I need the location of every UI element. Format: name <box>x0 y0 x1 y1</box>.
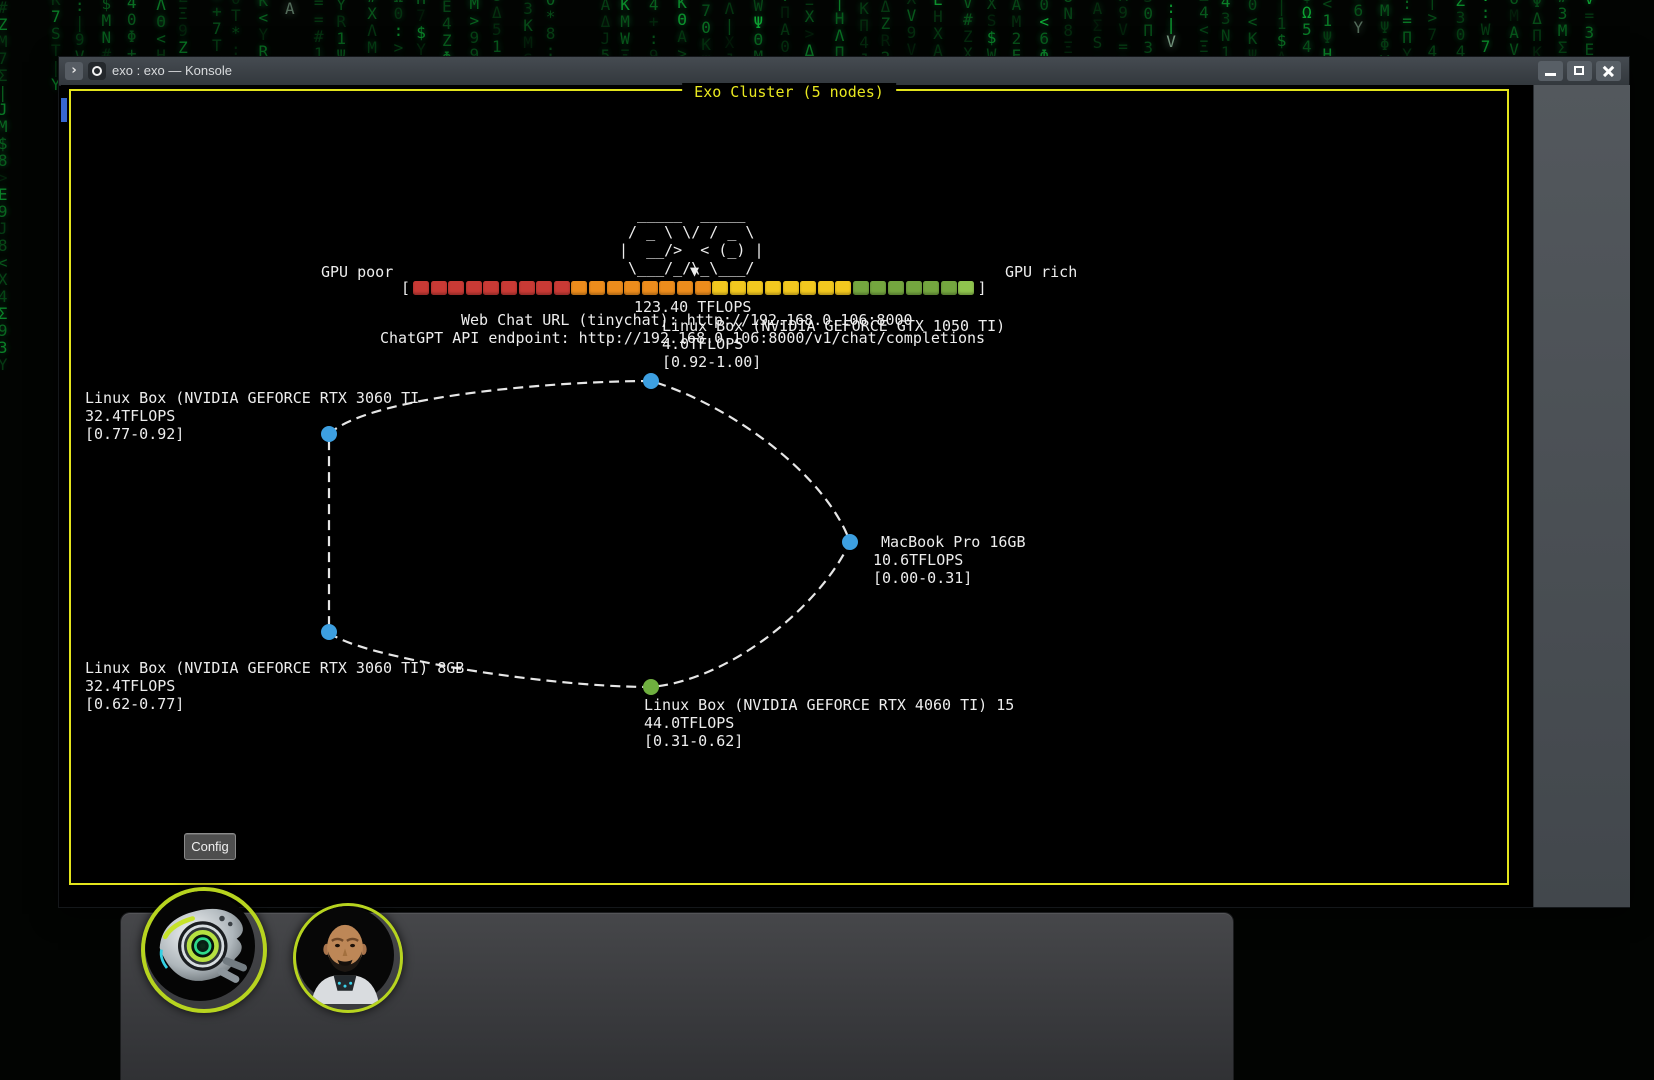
node-dot-gtx1050ti[interactable] <box>643 373 659 389</box>
maximize-button[interactable] <box>1567 61 1592 81</box>
gauge-open-bracket: [ <box>401 279 410 297</box>
config-button[interactable]: Config <box>184 833 236 860</box>
maximize-icon <box>1574 66 1584 75</box>
node-range: [0.00-0.31] <box>873 569 1026 587</box>
total-tflops: 123.40 TFLOPS <box>634 298 751 316</box>
robot-avatar[interactable] <box>141 887 267 1013</box>
gauge-squares <box>413 281 974 295</box>
man-avatar[interactable] <box>293 903 403 1013</box>
node-rtx4060ti: Linux Box (NVIDIA GEFORCE RTX 4060 TI) 1… <box>644 696 1014 750</box>
panel-title: Exo Cluster (5 nodes) <box>682 83 896 101</box>
node-dot-rtx4060ti[interactable] <box>643 679 659 695</box>
man-avatar-image <box>296 906 394 1004</box>
node-name: Linux Box (NVIDIA GEFORCE RTX 3060 TI <box>85 389 419 407</box>
gpu-gauge: [ ] <box>401 279 986 297</box>
node-tflops: 32.4TFLOPS <box>85 407 419 425</box>
gauge-marker-icon: ▼ <box>690 262 699 280</box>
gpu-poor-label: GPU poor <box>321 263 393 281</box>
node-range: [0.92-1.00] <box>662 353 1005 371</box>
window-title: exo : exo — Konsole <box>112 63 232 78</box>
node-tflops: 10.6TFLOPS <box>873 551 1026 569</box>
node-macbook: MacBook Pro 16GB 10.6TFLOPS [0.00-0.31] <box>873 533 1026 587</box>
node-tflops: 44.0TFLOPS <box>644 714 1014 732</box>
node-tflops: 32.4TFLOPS <box>85 677 464 695</box>
terminal-right-margin <box>1533 85 1630 907</box>
menu-toggle-button[interactable]: › <box>65 62 83 80</box>
node-name: MacBook Pro 16GB <box>873 533 1026 551</box>
scroll-indicator[interactable] <box>61 98 67 122</box>
window-titlebar[interactable]: › exo : exo — Konsole <box>59 57 1629 86</box>
node-dot-macbook[interactable] <box>842 534 858 550</box>
close-button[interactable] <box>1596 61 1621 81</box>
konsole-window: › exo : exo — Konsole Exo Cluster (5 nod… <box>58 56 1630 908</box>
node-name: Linux Box (NVIDIA GEFORCE GTX 1050 TI) <box>662 317 1005 335</box>
node-tflops: 4.0TFLOPS <box>662 335 1005 353</box>
dock <box>120 912 1234 1080</box>
node-range: [0.62-0.77] <box>85 695 464 713</box>
node-rtx3060ti: Linux Box (NVIDIA GEFORCE RTX 3060 TI 32… <box>85 389 419 443</box>
node-name: Linux Box (NVIDIA GEFORCE RTX 4060 TI) 1… <box>644 696 1014 714</box>
minimize-icon <box>1545 73 1556 76</box>
minimize-button[interactable] <box>1538 61 1563 81</box>
konsole-icon <box>88 62 106 80</box>
node-dot-rtx3060ti-8gb[interactable] <box>321 624 337 640</box>
gpu-rich-label: GPU rich <box>1005 263 1077 281</box>
node-range: [0.31-0.62] <box>644 732 1014 750</box>
node-range: [0.77-0.92] <box>85 425 419 443</box>
gauge-close-bracket: ] <box>977 279 986 297</box>
node-gtx1050ti: Linux Box (NVIDIA GEFORCE GTX 1050 TI) 4… <box>662 317 1005 371</box>
terminal-viewport[interactable]: Exo Cluster (5 nodes) _____ _____ / _ \ … <box>61 85 1533 907</box>
desktop: 22$VΔΞ3R54ΔΨR>Π#ZM7Σ|JM$8>E9J8<X4Σ93YE#Π… <box>0 0 1654 1080</box>
node-name: Linux Box (NVIDIA GEFORCE RTX 3060 TI) 8… <box>85 659 464 677</box>
robot-avatar-image <box>145 891 255 1001</box>
node-rtx3060ti-8gb: Linux Box (NVIDIA GEFORCE RTX 3060 TI) 8… <box>85 659 464 713</box>
